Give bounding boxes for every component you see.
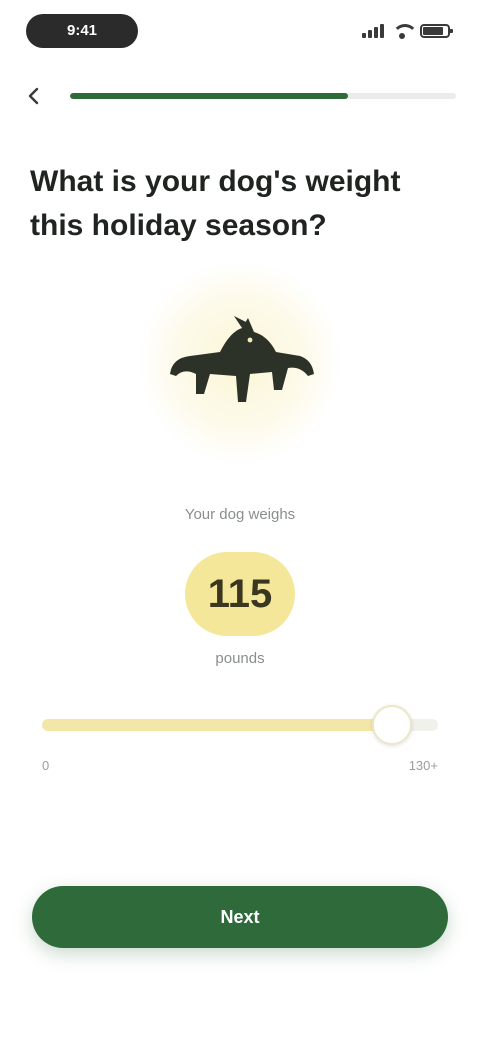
dog-icon — [170, 316, 314, 402]
slider-fill — [42, 719, 393, 731]
status-time: 9:41 — [66, 22, 98, 39]
weight-unit: pounds — [215, 650, 265, 667]
weight-value: 115 — [207, 571, 273, 616]
progress-bar-fill — [70, 93, 348, 99]
weight-caption: Your dog weighs — [184, 506, 296, 523]
slider-thumb[interactable] — [372, 705, 413, 745]
status-bar: 9:41 — [0, 0, 480, 62]
weight-slider[interactable] — [42, 700, 438, 750]
slider-max-label: 130+ — [408, 758, 438, 773]
next-button[interactable]: Next — [32, 886, 448, 948]
slider-min-label: 0 — [42, 758, 50, 773]
slider-range-labels: 0 130+ — [42, 758, 438, 773]
chevron-left-icon — [28, 87, 39, 105]
dog-illustration — [120, 262, 360, 472]
question-title: What is your dog's weight this holiday s… — [30, 165, 401, 242]
weight-value-badge: 115 — [185, 552, 295, 636]
wifi-icon — [392, 24, 418, 39]
status-icons — [362, 20, 453, 42]
status-time-pill: 9:41 — [26, 14, 138, 48]
progress-bar — [70, 93, 456, 99]
cellular-signal-icon — [362, 24, 384, 38]
back-button[interactable] — [24, 78, 56, 114]
battery-icon — [420, 24, 453, 38]
onboarding-progress-row — [24, 78, 456, 114]
